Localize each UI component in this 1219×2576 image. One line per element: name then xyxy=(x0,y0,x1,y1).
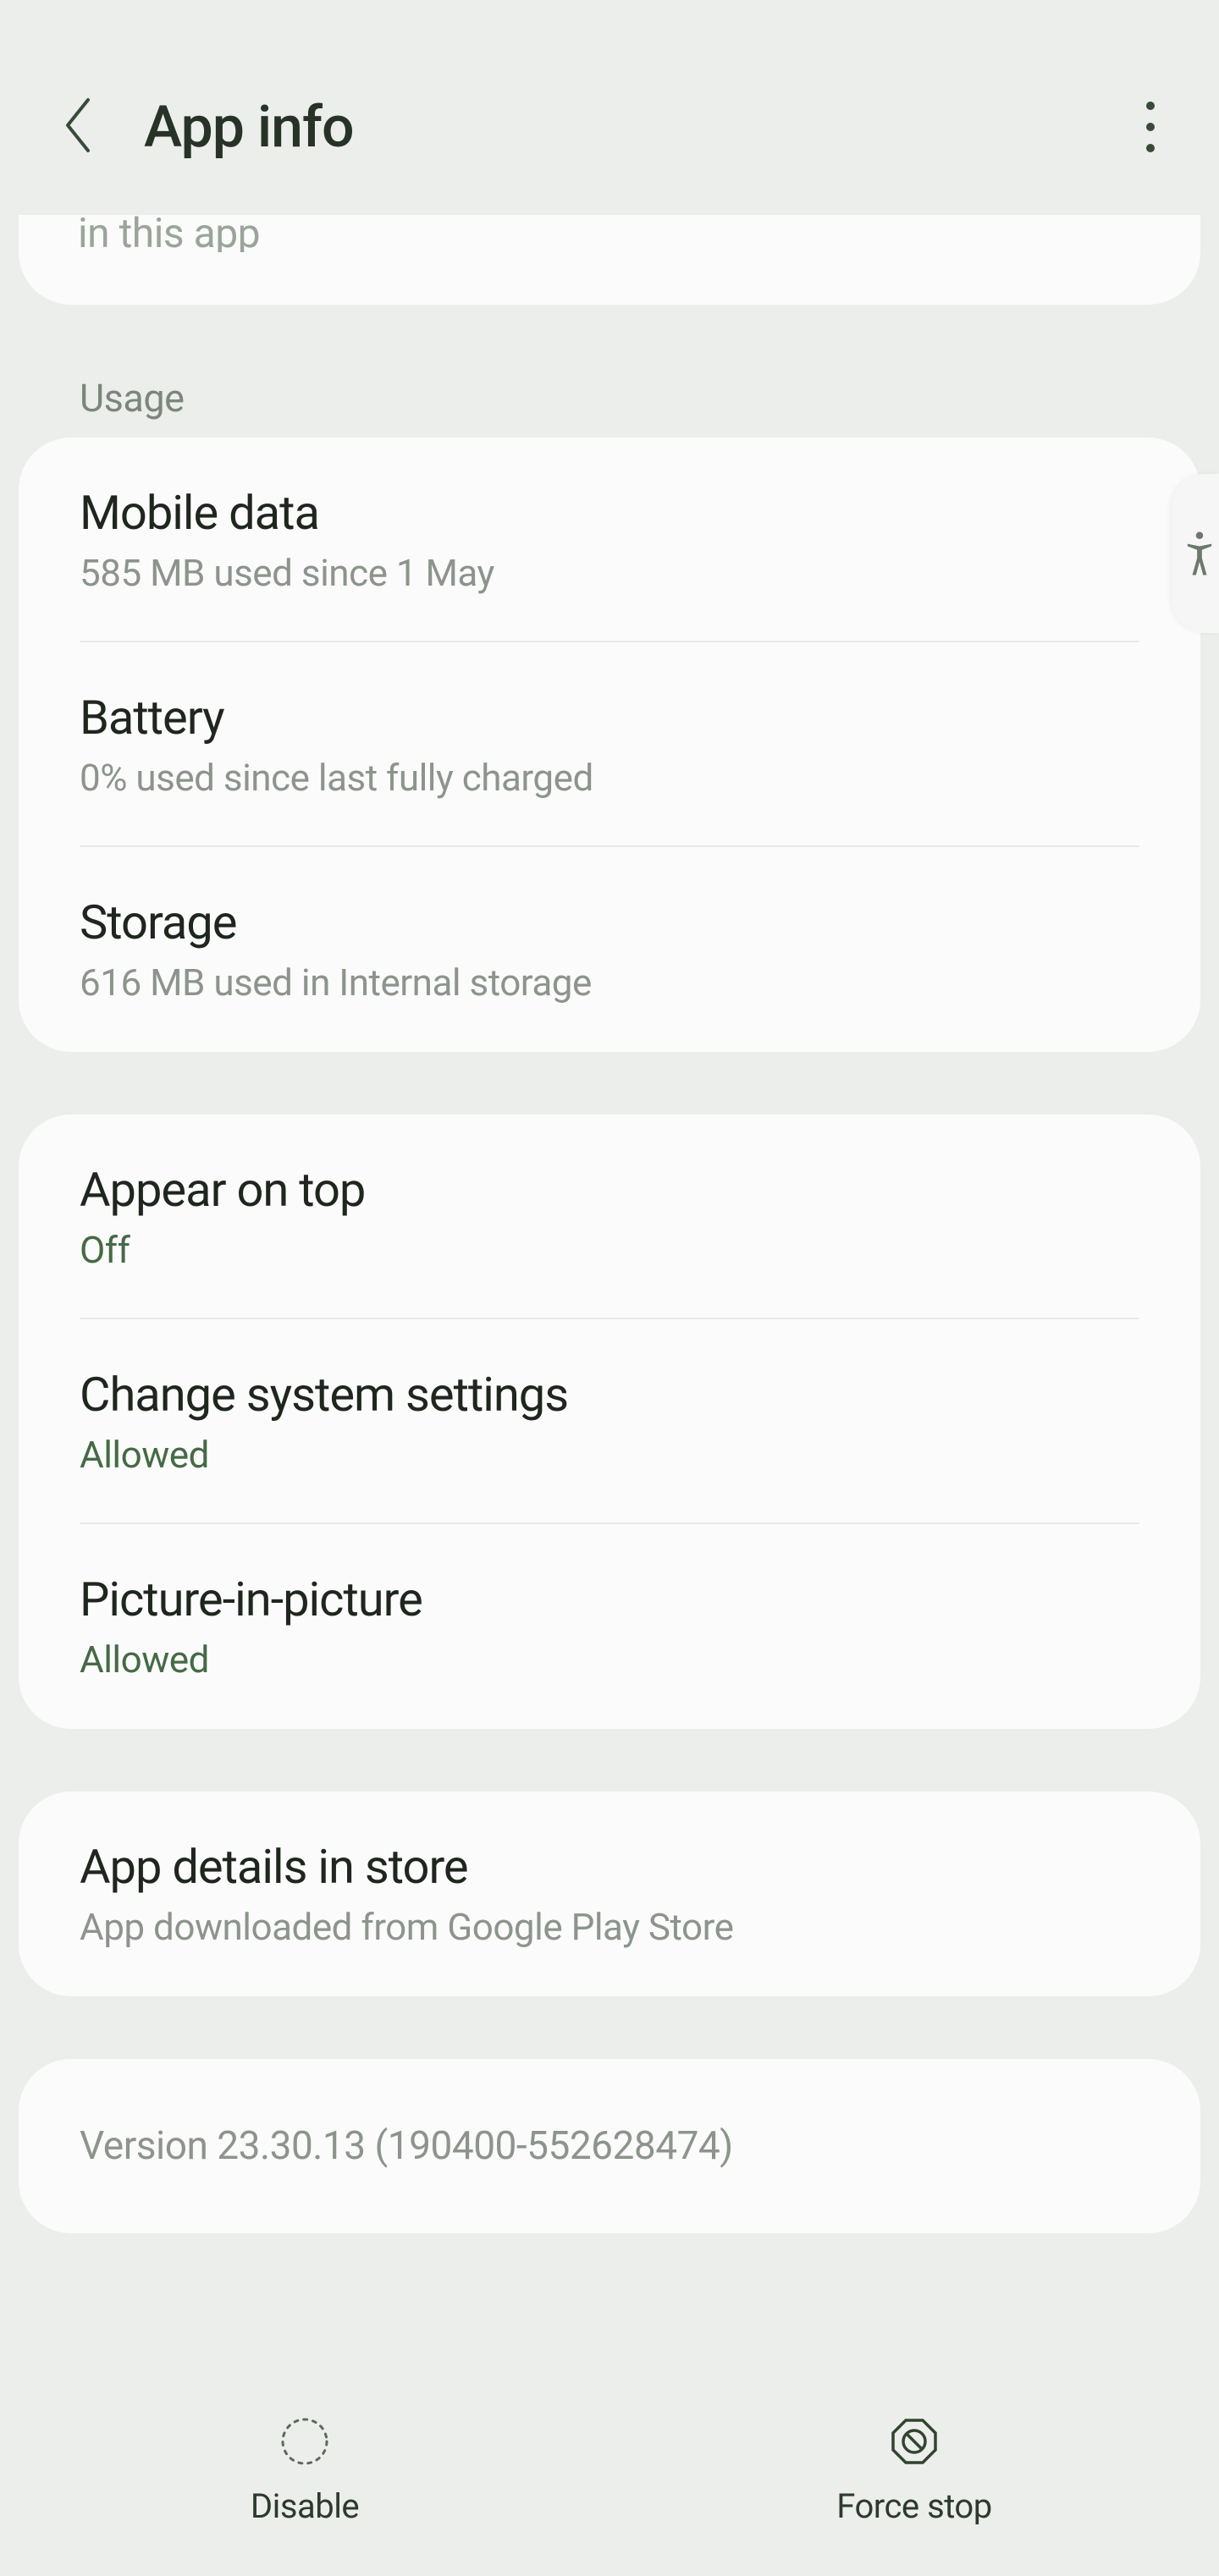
usage-card: Mobile data 585 MB used since 1 May Batt… xyxy=(19,438,1200,1052)
item-title: Storage xyxy=(80,894,1139,950)
item-sub: Off xyxy=(80,1228,1139,1272)
previous-card-peek[interactable]: in this app xyxy=(19,215,1200,305)
storage-item[interactable]: Storage 616 MB used in Internal storage xyxy=(19,847,1200,1052)
page-title: App info xyxy=(144,93,354,161)
more-options-icon[interactable] xyxy=(1141,93,1160,161)
change-system-settings-item[interactable]: Change system settings Allowed xyxy=(19,1319,1200,1524)
mobile-data-item[interactable]: Mobile data 585 MB used since 1 May xyxy=(19,438,1200,642)
disable-icon xyxy=(280,2417,329,2469)
item-sub: 616 MB used in Internal storage xyxy=(80,960,1139,1005)
item-title: Appear on top xyxy=(80,1162,1139,1218)
force-stop-label: Force stop xyxy=(836,2486,991,2526)
section-label-usage: Usage xyxy=(0,305,1219,438)
store-card: App details in store App downloaded from… xyxy=(19,1792,1200,1996)
item-title: Mobile data xyxy=(80,485,1139,541)
force-stop-icon xyxy=(890,2417,939,2469)
version-card: Version 23.30.13 (190400-552628474) xyxy=(19,2059,1200,2233)
app-details-in-store-item[interactable]: App details in store App downloaded from… xyxy=(19,1792,1200,1996)
item-sub: Allowed xyxy=(80,1433,1139,1477)
bottom-action-bar: Disable Force stop xyxy=(0,2366,1219,2576)
appear-on-top-item[interactable]: Appear on top Off xyxy=(19,1115,1200,1319)
item-title: Change system settings xyxy=(80,1367,1139,1423)
battery-item[interactable]: Battery 0% used since last fully charged xyxy=(19,642,1200,847)
content: in this app Usage Mobile data 585 MB use… xyxy=(0,254,1219,2233)
item-sub: 585 MB used since 1 May xyxy=(80,551,1139,595)
disable-label: Disable xyxy=(251,2486,359,2526)
back-icon[interactable] xyxy=(59,95,97,159)
item-title: Battery xyxy=(80,690,1139,746)
item-sub: Allowed xyxy=(80,1638,1139,1682)
item-sub: App downloaded from Google Play Store xyxy=(80,1905,1139,1949)
advanced-card: Appear on top Off Change system settings… xyxy=(19,1115,1200,1729)
disable-button[interactable]: Disable xyxy=(0,2366,610,2576)
force-stop-button[interactable]: Force stop xyxy=(610,2366,1219,2576)
peek-text: in this app xyxy=(78,215,1141,252)
version-text: Version 23.30.13 (190400-552628474) xyxy=(80,2123,1139,2169)
accessibility-tab[interactable] xyxy=(1172,474,1219,633)
item-title: App details in store xyxy=(80,1839,1139,1895)
item-title: Picture-in-picture xyxy=(80,1571,1139,1627)
accessibility-icon xyxy=(1185,529,1214,578)
picture-in-picture-item[interactable]: Picture-in-picture Allowed xyxy=(19,1524,1200,1729)
item-sub: 0% used since last fully charged xyxy=(80,756,1139,800)
